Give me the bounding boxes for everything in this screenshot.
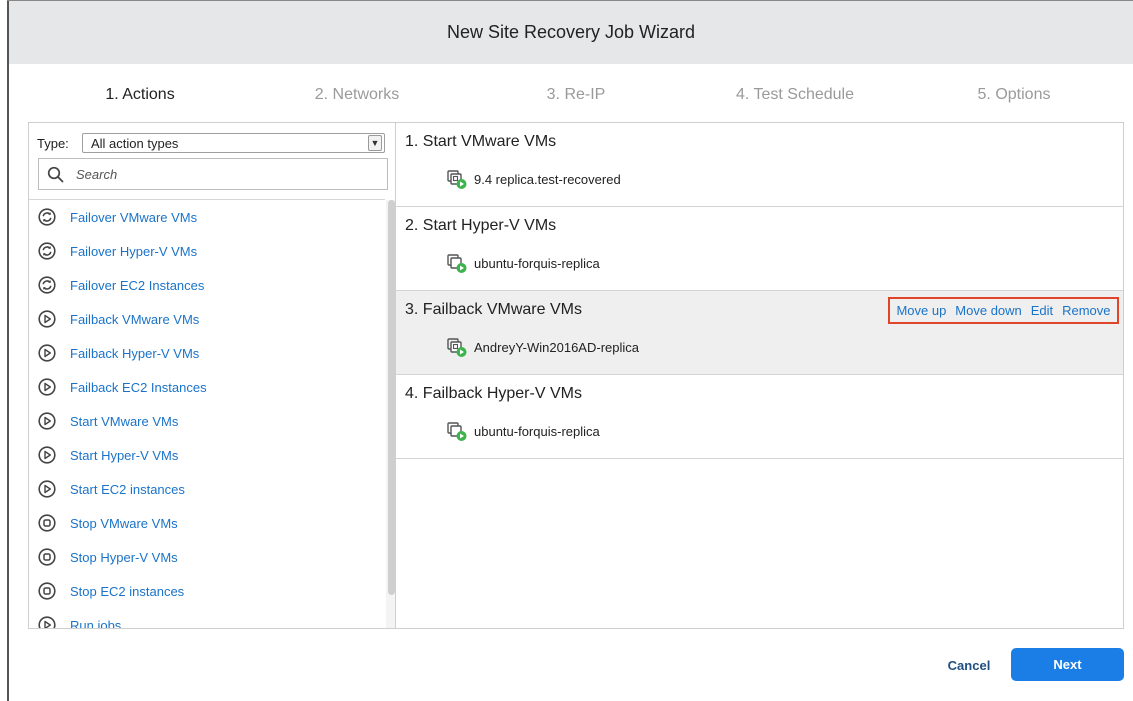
step-actions[interactable]: 1. Actions [105,86,174,104]
action-failover-ec2[interactable]: Failover EC2 Instances [38,273,204,297]
step-networks[interactable]: 2. Networks [315,86,399,104]
search-icon [47,166,64,182]
type-select[interactable]: All action types ▼ [82,133,385,153]
failover-icon [38,276,56,294]
job-vm: AndreyY-Win2016AD-replica [446,336,639,358]
wizard-title-bar: New Site Recovery Job Wizard [9,1,1133,64]
remove-link[interactable]: Remove [1062,303,1110,318]
action-label: Start EC2 instances [70,481,185,497]
search-box [38,158,388,190]
action-failback-vmware[interactable]: Failback VMware VMs [38,307,199,331]
job-row-selected[interactable]: 3. Failback VMware VMs Move up Move down… [396,291,1123,375]
move-up-link[interactable]: Move up [896,303,946,318]
action-label: Failback EC2 Instances [70,379,207,395]
failover-icon [38,208,56,226]
play-icon [38,310,56,328]
job-vm: 9.4 replica.test-recovered [446,168,621,190]
play-icon [38,616,56,628]
wizard-steps: 1. Actions 2. Networks 3. Re-IP 4. Test … [9,64,1133,122]
action-stop-hyperv[interactable]: Stop Hyper-V VMs [38,545,178,569]
job-vm: ubuntu-forquis-replica [446,420,600,442]
action-list-scroll-thumb[interactable] [388,200,395,595]
action-label: Failover Hyper-V VMs [70,243,198,259]
job-row[interactable]: 1. Start VMware VMs 9.4 replica.test-rec… [396,123,1123,207]
action-failover-hyperv[interactable]: Failover Hyper-V VMs [38,239,197,263]
play-icon [38,412,56,430]
action-label: Stop EC2 instances [70,583,185,599]
wizard-title: New Site Recovery Job Wizard [446,22,696,42]
step-test-schedule[interactable]: 4. Test Schedule [736,86,854,104]
play-icon [38,378,56,396]
stop-icon [38,548,56,566]
row-actions: Move up Move down Edit Remove [888,297,1119,324]
edit-link[interactable]: Edit [1031,303,1053,318]
type-select-value: All action types [91,135,179,151]
job-row[interactable]: 2. Start Hyper-V VMs ubuntu-forquis-repl… [396,207,1123,291]
vmware-replica-icon [447,338,467,357]
action-label: Failover VMware VMs [70,209,198,225]
action-type-list: Failover VMware VMs Failover Hyper-V VMs… [29,200,385,629]
action-label: Failover EC2 Instances [70,277,205,293]
step-options[interactable]: 5. Options [978,86,1051,104]
job-title: 2. Start Hyper-V VMs [405,217,557,234]
action-start-ec2[interactable]: Start EC2 instances [38,477,185,501]
play-icon [38,446,56,464]
play-icon [38,480,56,498]
hyperv-replica-icon [447,254,467,273]
action-label: Failback VMware VMs [70,311,200,327]
job-actions-panel: 1. Start VMware VMs 9.4 replica.test-rec… [396,122,1124,629]
job-vm-name: 9.4 replica.test-recovered [474,171,621,187]
action-start-hyperv[interactable]: Start Hyper-V VMs [38,443,178,467]
type-label: Type: [37,135,69,151]
action-label: Stop Hyper-V VMs [70,549,178,565]
failover-icon [38,242,56,260]
type-filter-row: Type: All action types ▼ [37,132,385,154]
job-vm-name: AndreyY-Win2016AD-replica [474,339,639,355]
action-start-vmware[interactable]: Start VMware VMs [38,409,178,433]
job-title: 1. Start VMware VMs [405,133,557,150]
job-title: 3. Failback VMware VMs [405,301,582,318]
move-down-link[interactable]: Move down [955,303,1021,318]
action-label: Run jobs [70,617,122,629]
action-run-jobs[interactable]: Run jobs [38,613,122,629]
action-label: Start Hyper-V VMs [70,447,179,463]
play-icon [38,344,56,362]
job-vm-name: ubuntu-forquis-replica [474,255,600,271]
next-button[interactable]: Next [1011,648,1124,681]
job-title: 4. Failback Hyper-V VMs [405,385,582,402]
job-vm: ubuntu-forquis-replica [446,252,600,274]
stop-icon [38,514,56,532]
action-failback-hyperv[interactable]: Failback Hyper-V VMs [38,341,199,365]
stop-icon [38,582,56,600]
cancel-button[interactable]: Cancel [935,650,1003,680]
action-stop-ec2[interactable]: Stop EC2 instances [38,579,184,603]
actions-panel: Type: All action types ▼ Failover VMware… [28,122,396,629]
action-label: Failback Hyper-V VMs [70,345,200,361]
vmware-replica-icon [447,170,467,189]
action-failover-vmware[interactable]: Failover VMware VMs [38,205,197,229]
hyperv-replica-icon [447,422,467,441]
action-stop-vmware[interactable]: Stop VMware VMs [38,511,178,535]
action-failback-ec2[interactable]: Failback EC2 Instances [38,375,207,399]
action-label: Start VMware VMs [70,413,179,429]
chevron-down-icon[interactable]: ▼ [368,135,382,151]
search-input[interactable] [74,165,364,183]
step-re-ip[interactable]: 3. Re-IP [547,86,606,104]
job-row[interactable]: 4. Failback Hyper-V VMs ubuntu-forquis-r… [396,375,1123,459]
action-label: Stop VMware VMs [70,515,178,531]
job-vm-name: ubuntu-forquis-replica [474,423,600,439]
